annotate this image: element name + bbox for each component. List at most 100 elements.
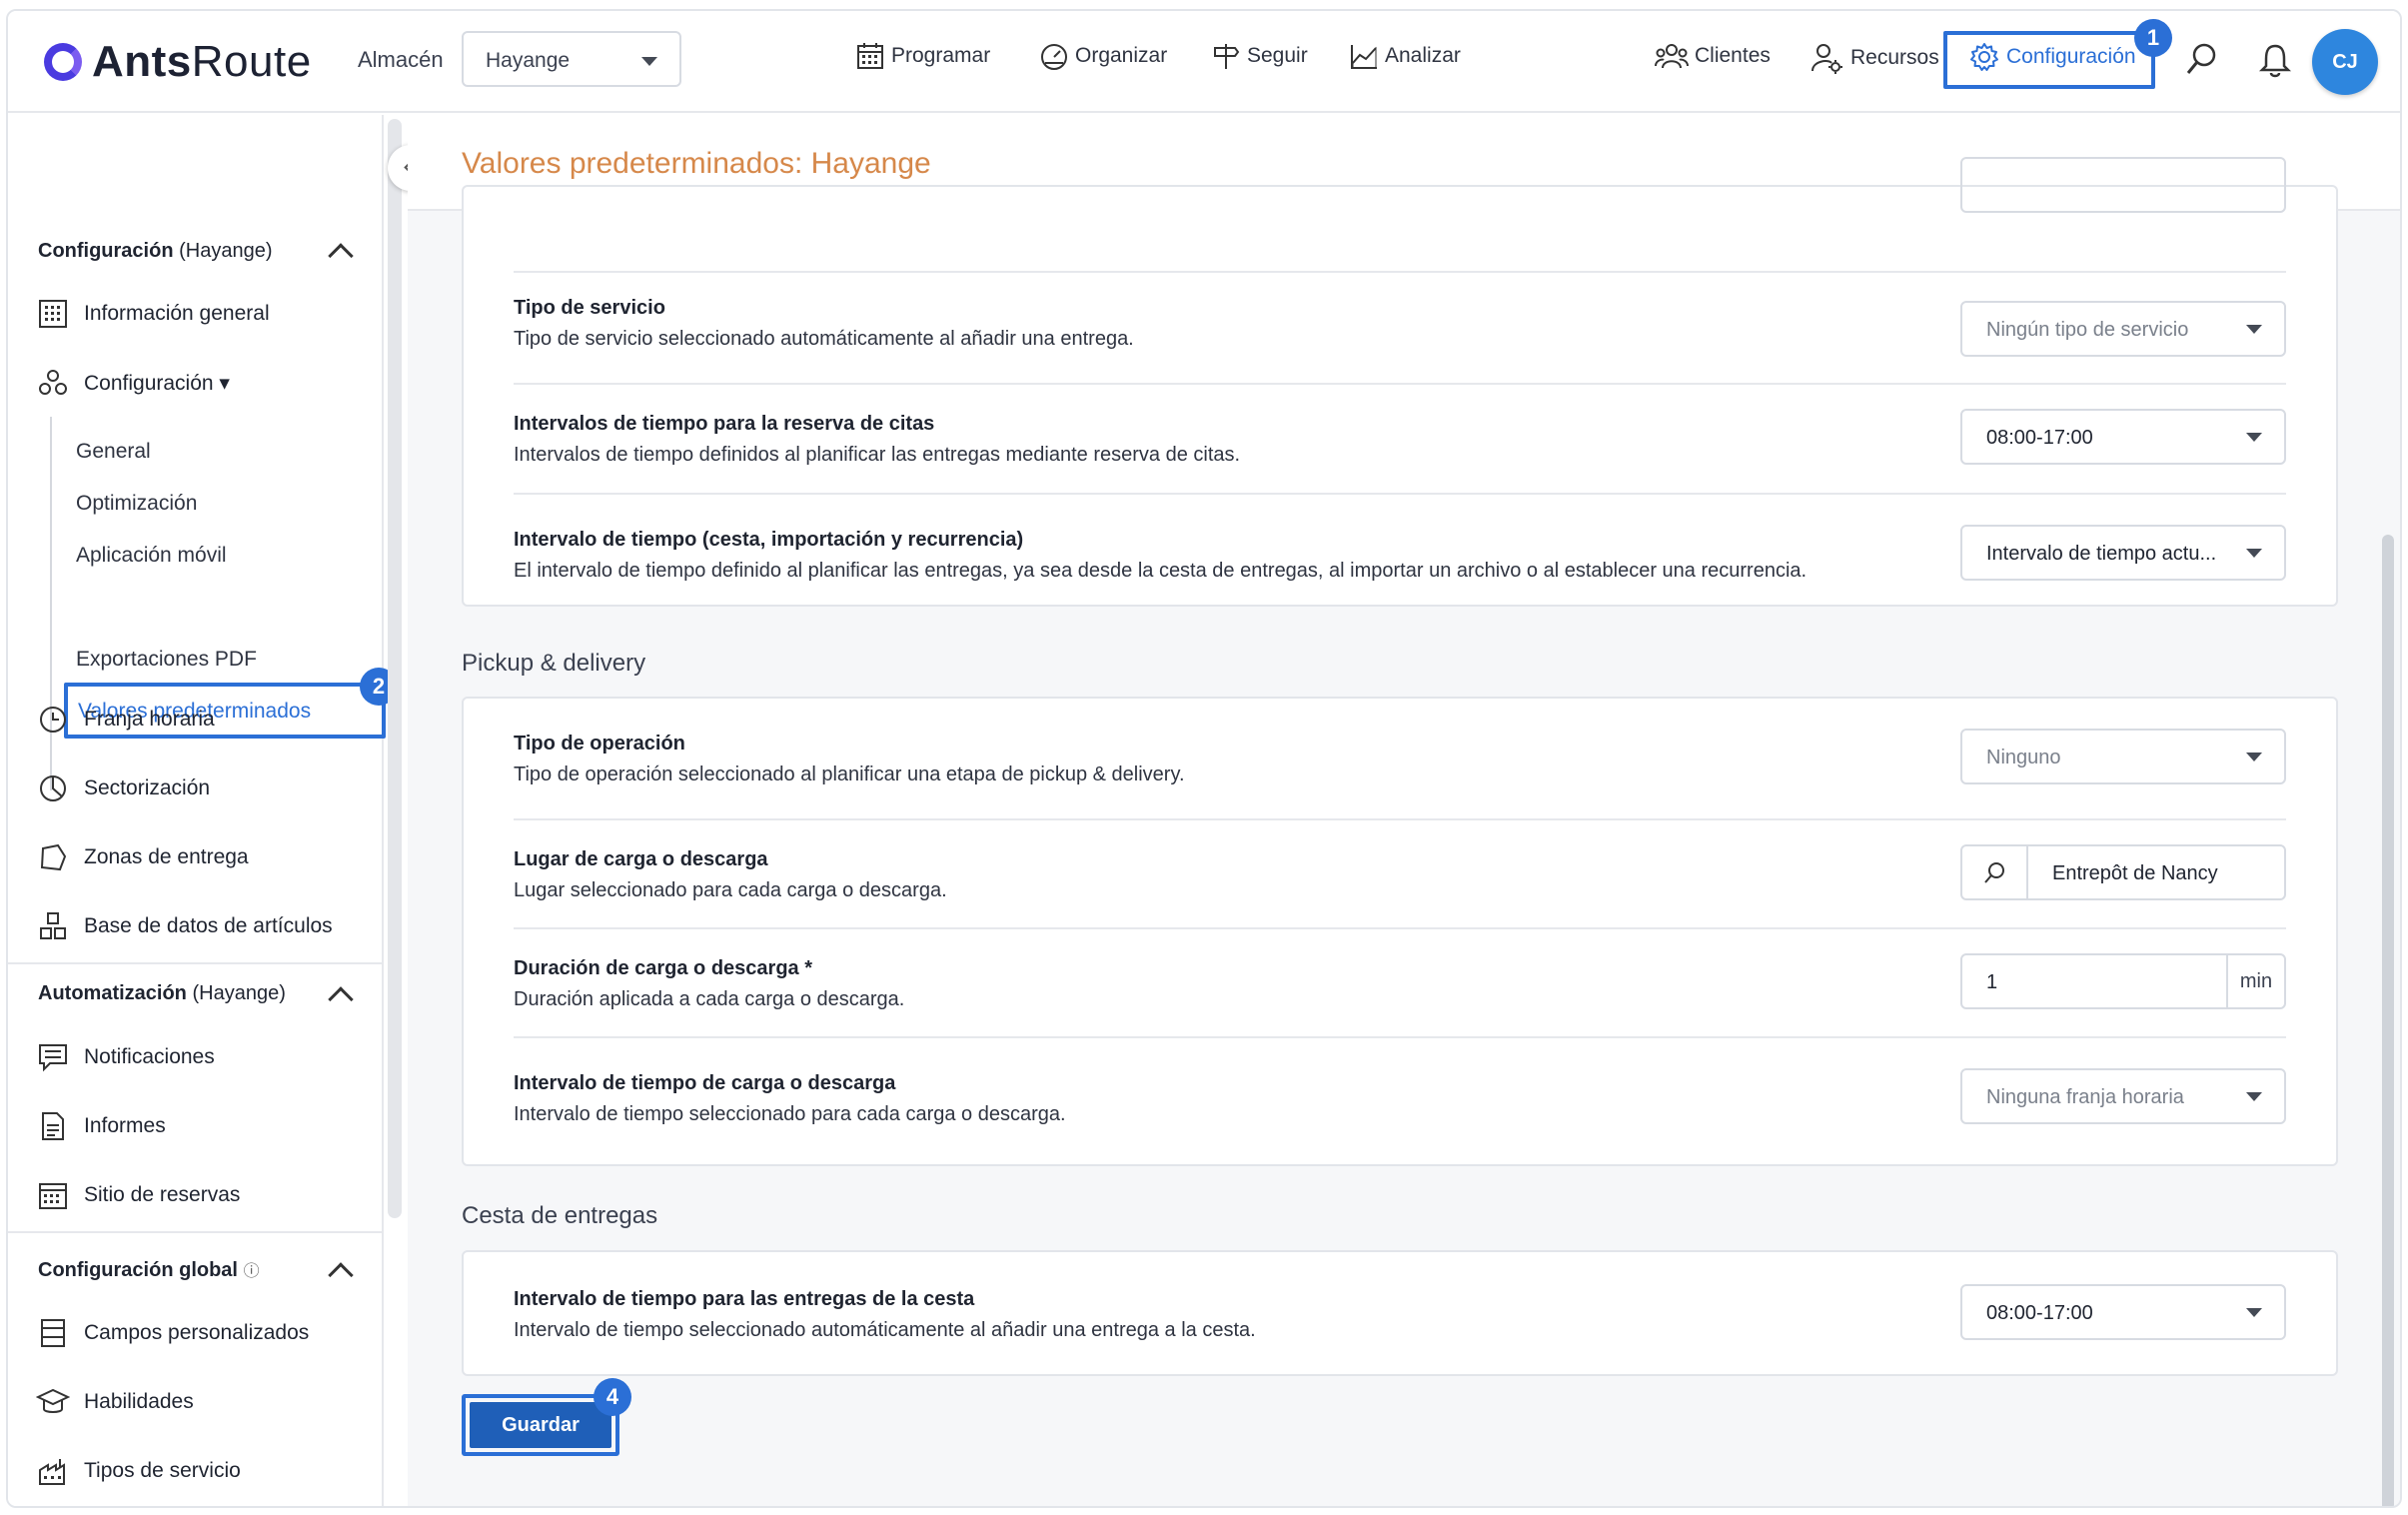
- intervalo-carga-select[interactable]: Ninguna franja horaria: [1960, 1068, 2286, 1124]
- sidebar-item-notificaciones[interactable]: Notificaciones: [36, 1040, 215, 1074]
- document-icon: [36, 1109, 70, 1143]
- sidebar-item-configuracion[interactable]: Configuración ▾: [36, 366, 230, 400]
- caret-down-icon: [2246, 549, 2262, 558]
- sidebar-item-label: Información general: [84, 302, 270, 325]
- row-divider: [514, 271, 2286, 273]
- sidebar-item-label: Tipos de servicio: [84, 1459, 241, 1482]
- duracion-value[interactable]: 1: [1962, 955, 2226, 1007]
- sidebar-item-articulos[interactable]: Base de datos de artículos: [36, 909, 333, 943]
- graduation-cap-icon: [36, 1385, 70, 1419]
- duracion-input[interactable]: 1 min: [1960, 953, 2286, 1009]
- partial-dropdown[interactable]: [1960, 157, 2286, 213]
- nav-organizar[interactable]: Organizar: [1039, 41, 1167, 71]
- sidebar-item-campos[interactable]: Campos personalizados: [36, 1316, 309, 1350]
- boxes-icon: [36, 909, 70, 943]
- sidebar-item-label: Campos personalizados: [84, 1321, 310, 1344]
- sidebar-item-sectorizacion[interactable]: Sectorización: [36, 771, 210, 805]
- calendar-icon: [36, 1178, 70, 1212]
- save-button[interactable]: Guardar: [470, 1402, 611, 1448]
- sidebar-item-informes[interactable]: Informes: [36, 1109, 166, 1143]
- calendar-icon: [857, 43, 883, 69]
- row-divider: [514, 927, 2286, 929]
- sidebar-item-tipos[interactable]: Tipos de servicio: [36, 1454, 241, 1488]
- reserva-citas-value: 08:00-17:00: [1986, 427, 2093, 449]
- caret-down-icon: [2246, 1308, 2262, 1317]
- nav-programar-label: Programar: [891, 44, 991, 67]
- factory-icon: [36, 1454, 70, 1488]
- intervalo-cesta-select[interactable]: Intervalo de tiempo actu...: [1960, 525, 2286, 581]
- nav-recursos[interactable]: Recursos: [1810, 41, 1939, 75]
- bell-icon[interactable]: [2258, 41, 2292, 84]
- clock-icon: [36, 703, 70, 737]
- warehouse-value: Hayange: [486, 49, 571, 72]
- sidebar-item-habilidades[interactable]: Habilidades: [36, 1385, 194, 1419]
- form-icon: [36, 1316, 70, 1350]
- nav-analizar[interactable]: Analizar: [1349, 41, 1461, 71]
- row-intervalo-carga: Intervalo de tiempo de carga o descarga …: [514, 1068, 2286, 1142]
- user-gear-icon: [1811, 44, 1842, 74]
- step-badge-1: 1: [2134, 19, 2172, 57]
- cesta-section-title: Cesta de entregas: [462, 1202, 658, 1229]
- chevron-up-icon[interactable]: [328, 1262, 354, 1288]
- lugar-search-field[interactable]: Entrepôt de Nancy: [1960, 844, 2286, 900]
- warehouse-select[interactable]: Hayange: [462, 31, 681, 87]
- tipo-operacion-select[interactable]: Ninguno: [1960, 729, 2286, 784]
- caret-down-icon: [641, 57, 657, 66]
- cubes-icon: [36, 366, 70, 400]
- sidebar-sub-optimizacion[interactable]: Optimización: [76, 492, 197, 516]
- chevron-up-icon[interactable]: [328, 986, 354, 1012]
- pickup-section-title: Pickup & delivery: [462, 650, 646, 677]
- lugar-value[interactable]: Entrepôt de Nancy: [2028, 846, 2242, 898]
- sidebar-item-label: Configuración ▾: [84, 371, 230, 395]
- row-divider: [514, 383, 2286, 385]
- caret-down-icon: [2246, 325, 2262, 334]
- caret-down-icon: [2246, 433, 2262, 442]
- duracion-unit: min: [2226, 955, 2284, 1007]
- row-tipo-servicio: Tipo de servicio Tipo de servicio selecc…: [514, 297, 2286, 367]
- sidebar-item-zonas[interactable]: Zonas de entrega: [36, 840, 249, 874]
- sidebar-item-reservas[interactable]: Sitio de reservas: [36, 1178, 240, 1212]
- logo-icon: [44, 43, 82, 81]
- main-content: Valores predeterminados: Hayange Tipo de…: [408, 115, 2400, 1506]
- row-divider: [514, 1036, 2286, 1038]
- section-automatizacion[interactable]: Automatización (Hayange): [38, 982, 286, 1005]
- row-duracion: Duración de carga o descarga * Duración …: [514, 953, 2286, 1027]
- users-icon: [1655, 44, 1689, 69]
- row-reserva-citas: Intervalos de tiempo para la reserva de …: [514, 409, 2286, 483]
- sidebar-sub-general[interactable]: General: [76, 440, 151, 464]
- main-scrollbar[interactable]: [2382, 535, 2394, 1506]
- info-icon[interactable]: ⓘ: [244, 1263, 260, 1280]
- sidebar-scrollbar[interactable]: [388, 119, 402, 1218]
- section-configuracion-global[interactable]: Configuración global ⓘ: [38, 1257, 260, 1282]
- signpost-icon: [1214, 44, 1240, 69]
- search-icon[interactable]: [1962, 846, 2028, 898]
- nav-programar[interactable]: Programar: [855, 41, 990, 71]
- nav-analizar-label: Analizar: [1385, 44, 1461, 67]
- search-icon[interactable]: [2184, 41, 2220, 82]
- warehouse-label: Almacén: [358, 47, 444, 72]
- chevron-up-icon[interactable]: [328, 243, 354, 269]
- logo-text: AntsRoute: [92, 37, 312, 86]
- section-configuracion[interactable]: Configuración (Hayange): [38, 240, 273, 263]
- reserva-citas-select[interactable]: 08:00-17:00: [1960, 409, 2286, 465]
- nav-clientes[interactable]: Clientes: [1655, 41, 1771, 71]
- sidebar-item-label: Sitio de reservas: [84, 1183, 241, 1206]
- polygon-icon: [36, 840, 70, 874]
- sidebar-item-info-general[interactable]: Información general: [36, 297, 270, 331]
- sidebar-sub-exportaciones[interactable]: Exportaciones PDF: [76, 648, 257, 672]
- intervalo-cesta-value: Intervalo de tiempo actu...: [1986, 543, 2217, 565]
- sidebar-divider: [8, 1231, 384, 1233]
- sidebar-sub-app-movil[interactable]: Aplicación móvil: [76, 544, 227, 568]
- sidebar-item-label: Notificaciones: [84, 1045, 215, 1068]
- tipo-operacion-value: Ninguno: [1986, 747, 2061, 768]
- cesta-card: Intervalo de tiempo para las entregas de…: [462, 1250, 2338, 1376]
- tipo-servicio-select[interactable]: Ningún tipo de servicio: [1960, 301, 2286, 357]
- antsroute-logo[interactable]: AntsRoute: [44, 37, 312, 87]
- message-icon: [36, 1040, 70, 1074]
- row-lugar: Lugar de carga o descarga Lugar seleccio…: [514, 844, 2286, 918]
- row-divider: [514, 493, 2286, 495]
- nav-seguir[interactable]: Seguir: [1211, 41, 1308, 71]
- user-avatar[interactable]: CJ: [2312, 29, 2378, 95]
- sidebar-item-franja[interactable]: Franja horaria: [36, 703, 215, 737]
- cesta-intervalo-select[interactable]: 08:00-17:00: [1960, 1284, 2286, 1340]
